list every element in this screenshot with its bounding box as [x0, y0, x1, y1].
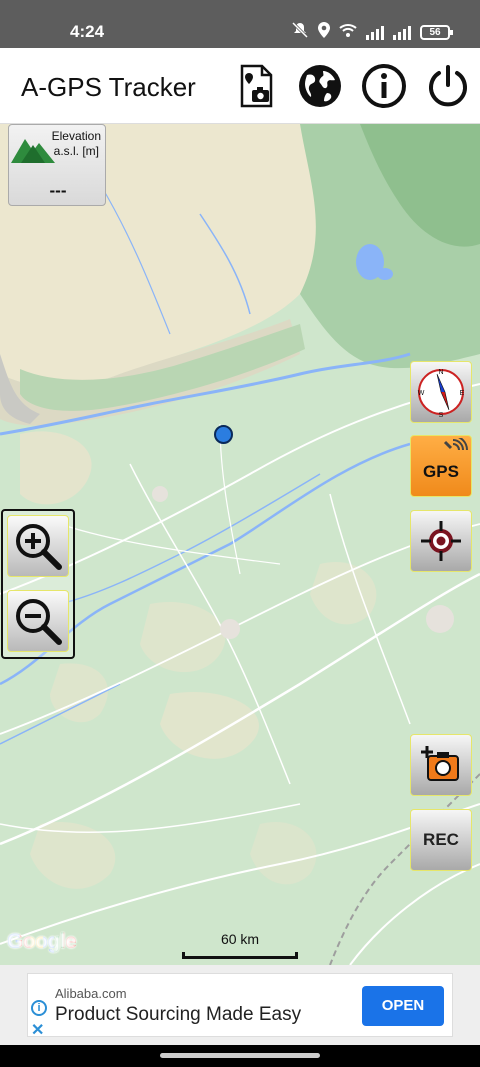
svg-text:W: W — [418, 390, 425, 397]
center-location-button[interactable] — [410, 510, 472, 572]
ad-info-icon[interactable]: i — [31, 1000, 47, 1016]
signal-icon — [393, 25, 411, 40]
ad-close-icon[interactable]: ✕ — [31, 1020, 44, 1040]
location-icon — [318, 22, 330, 43]
zoom-in-button[interactable] — [7, 515, 69, 577]
globe-icon — [299, 65, 341, 107]
ad-open-button[interactable]: OPEN — [362, 986, 444, 1026]
add-photo-icon — [421, 746, 459, 781]
photo-file-icon — [240, 64, 273, 108]
home-indicator[interactable] — [160, 1053, 320, 1058]
zoom-controls — [1, 509, 75, 659]
app-bar: A-GPS Tracker — [0, 48, 480, 124]
ad-source: Alibaba.com — [55, 986, 127, 1001]
signal-icon — [366, 25, 384, 40]
info-icon — [362, 64, 406, 108]
crosshair-icon — [421, 521, 461, 561]
globe-button[interactable] — [296, 62, 344, 110]
gps-button[interactable]: GPS — [410, 435, 472, 497]
app-title: A-GPS Tracker — [21, 72, 196, 102]
record-label: REC — [423, 830, 459, 849]
zoom-in-icon — [16, 524, 62, 570]
power-icon — [429, 65, 467, 107]
current-location-marker — [214, 425, 233, 444]
navigation-bar — [0, 1045, 480, 1067]
svg-text:E: E — [460, 390, 465, 397]
ad-headline: Product Sourcing Made Easy — [55, 1004, 302, 1025]
status-bar: 4:24 56 — [0, 0, 480, 48]
mute-icon — [291, 21, 309, 43]
scale-bar — [182, 952, 298, 959]
google-logo-text: Google — [7, 930, 77, 953]
battery-icon: 56 — [420, 25, 453, 40]
compass-icon: N S W E — [418, 369, 465, 419]
svg-text:N: N — [438, 369, 443, 376]
scale-label: 60 km — [220, 931, 260, 947]
elevation-value: --- — [49, 181, 67, 200]
status-time: 4:24 — [70, 22, 105, 41]
info-button[interactable] — [360, 62, 408, 110]
mountain-icon — [11, 139, 55, 163]
elevation-panel: Elevation a.s.l. [m] --- — [8, 124, 106, 206]
photo-file-button[interactable] — [232, 62, 280, 110]
compass-button[interactable]: N S W E — [410, 361, 472, 423]
zoom-out-icon — [16, 599, 62, 645]
status-icons: 56 — [291, 21, 453, 43]
zoom-out-button[interactable] — [7, 590, 69, 652]
elevation-label-line1: Elevation — [51, 129, 101, 143]
gps-signal-icon — [443, 438, 468, 451]
ad-card[interactable]: i ✕ Alibaba.com Product Sourcing Made Ea… — [27, 973, 453, 1040]
svg-text:S: S — [439, 412, 444, 419]
elevation-label: Elevation a.s.l. [m] — [52, 129, 101, 159]
power-button[interactable] — [424, 62, 472, 110]
record-button[interactable]: REC — [410, 809, 472, 871]
google-logo: Google — [7, 930, 77, 954]
gps-label: GPS — [423, 462, 459, 481]
elevation-label-line2: a.s.l. [m] — [53, 144, 99, 158]
ad-banner: i ✕ Alibaba.com Product Sourcing Made Ea… — [0, 965, 480, 1045]
add-photo-button[interactable] — [410, 734, 472, 796]
wifi-icon — [339, 23, 357, 42]
